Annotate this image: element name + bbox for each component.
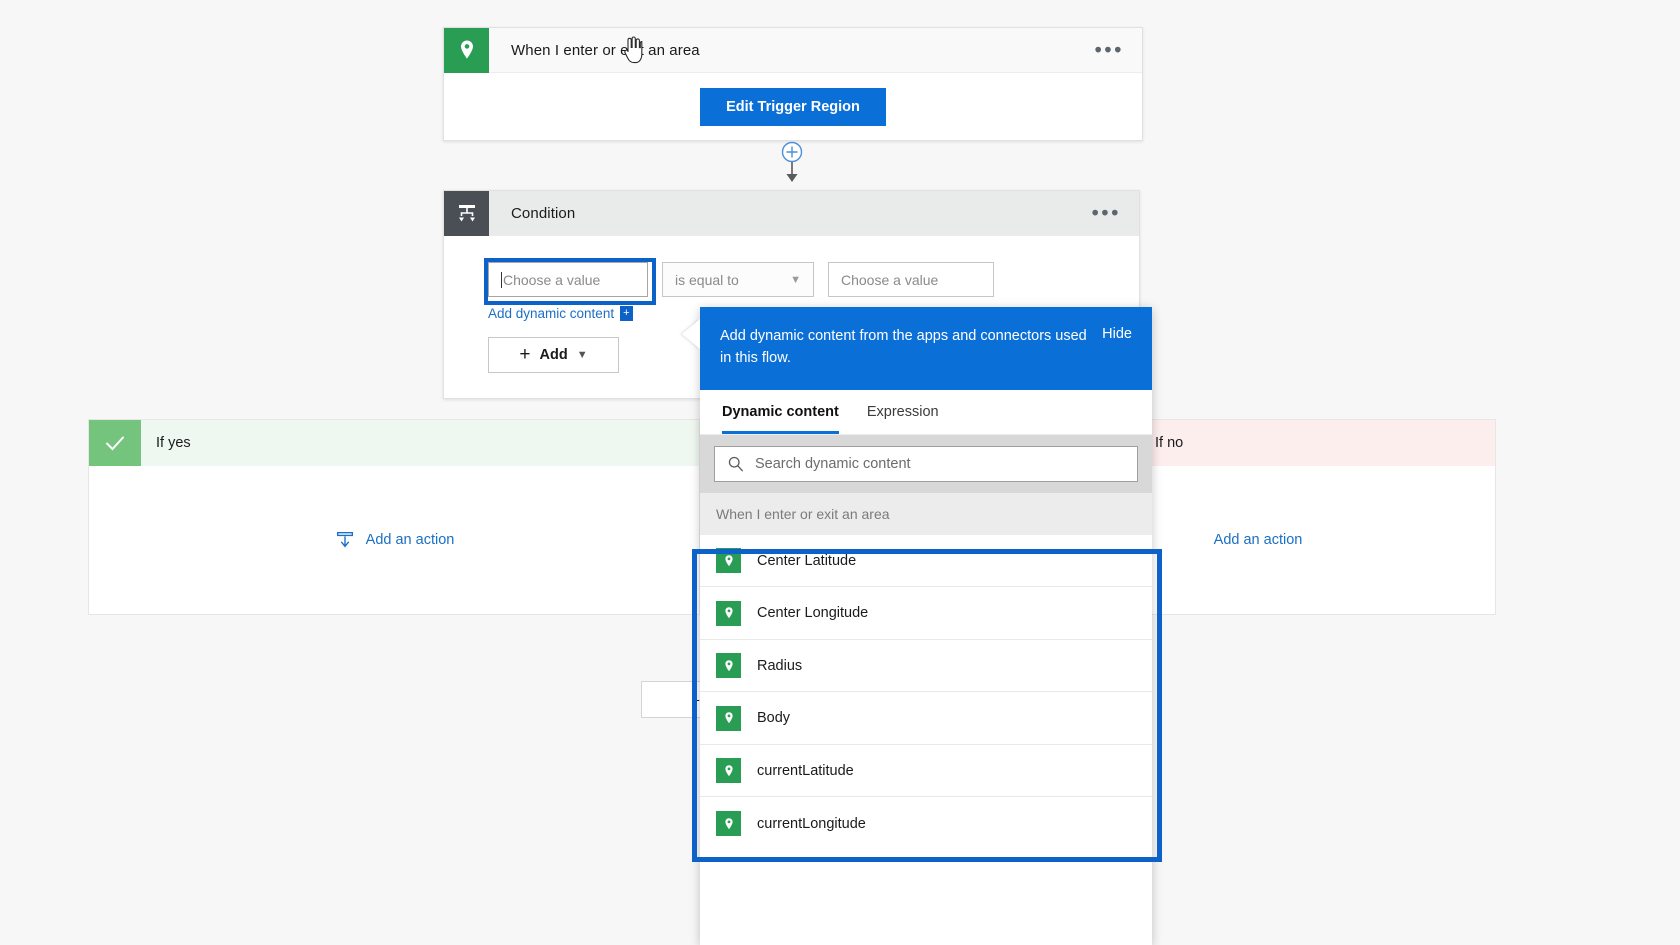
trigger-card-body: Edit Trigger Region [444,73,1142,141]
add-button-label: Add [539,347,568,363]
add-action-icon [336,531,353,548]
left-value-placeholder: Choose a value [503,271,601,288]
branch-if-no-header: If no [1141,420,1495,466]
add-action-no-label: Add an action [1213,532,1303,548]
list-item[interactable]: currentLatitude [700,745,1152,798]
list-item-label: currentLongitude [757,815,866,832]
dynamic-content-list: Center Latitude Center Longitude Radius … [700,534,1152,945]
edit-trigger-region-button[interactable]: Edit Trigger Region [700,88,886,126]
trigger-menu-button[interactable]: ••• [1094,40,1124,61]
dynamic-content-badge: + [620,306,633,321]
condition-title: Condition [511,204,576,222]
tab-dynamic-content[interactable]: Dynamic content [722,390,839,434]
operator-value: is equal to [675,271,739,288]
add-action-yes-label: Add an action [365,532,455,548]
condition-card-header: Condition ••• [444,190,1139,236]
dynamic-content-panel: Add dynamic content from the apps and co… [682,307,1152,945]
list-item[interactable]: currentLongitude [700,797,1152,850]
add-condition-button[interactable]: + Add ▼ [488,337,619,373]
text-caret [501,271,502,288]
condition-right-value-input[interactable]: Choose a value [828,262,994,297]
check-icon [89,420,141,466]
map-pin-icon [716,600,741,626]
map-pin-icon [716,653,741,679]
list-item[interactable]: Body [700,692,1152,745]
add-dynamic-content-link[interactable]: Add dynamic content + [488,306,633,321]
search-area [700,434,1152,493]
right-value-placeholder: Choose a value [841,271,939,288]
search-box[interactable] [714,445,1138,482]
add-action-no-button[interactable]: Add an action [1214,532,1303,548]
flow-connector[interactable] [772,141,812,189]
list-item-label: Radius [757,657,803,674]
chevron-down-icon: ▼ [576,349,588,361]
add-action-yes-button[interactable]: Add an action [334,529,455,551]
tab-expression[interactable]: Expression [867,390,939,434]
hide-panel-link[interactable]: Hide [1102,325,1132,342]
chevron-down-icon: ▼ [790,273,801,286]
search-icon [728,457,743,472]
trigger-title: When I enter or exit an area [511,41,700,59]
add-dynamic-content-label: Add dynamic content [488,306,615,321]
dynamic-content-section-header: When I enter or exit an area [700,492,1152,535]
condition-menu-button[interactable]: ••• [1091,203,1121,224]
map-pin-icon [716,758,741,784]
flow-designer-canvas: When I enter or exit an area ••• Edit Tr… [0,0,1680,945]
map-pin-icon [716,811,741,837]
list-item-label: Body [757,710,791,727]
branch-if-yes-body: Add an action [89,466,699,614]
condition-operator-select[interactable]: is equal to ▼ [662,262,814,297]
branch-if-yes-label: If yes [156,435,191,451]
trigger-card-header: When I enter or exit an area ••• [444,27,1142,73]
panel-banner-text: Add dynamic content from the apps and co… [720,328,1087,367]
branch-if-no: If no Add an action [1140,419,1496,615]
list-item[interactable]: Center Latitude [700,535,1152,588]
panel-tabs: Dynamic content Expression [700,389,1152,435]
branch-if-no-label: If no [1155,435,1184,451]
mouse-cursor [622,36,644,66]
list-item-label: Center Longitude [757,605,869,622]
map-pin-icon [444,27,489,73]
list-item[interactable]: Radius [700,640,1152,693]
list-item[interactable]: Center Longitude [700,587,1152,640]
condition-row: Choose a value is equal to ▼ Choose a va… [488,262,1139,297]
trigger-card: When I enter or exit an area ••• Edit Tr… [443,27,1143,141]
map-pin-icon [716,548,741,574]
panel-banner: Add dynamic content from the apps and co… [700,307,1152,390]
branch-if-yes: If yes Add an action [88,419,700,615]
list-item-label: currentLatitude [757,762,854,779]
plus-icon: + [519,344,531,365]
branch-if-yes-header: If yes [89,420,699,466]
condition-left-value-input[interactable]: Choose a value [488,262,648,297]
panel-pointer-arrow [682,319,700,349]
search-input[interactable] [755,455,1125,472]
map-pin-icon [716,705,741,731]
list-item-label: Center Latitude [757,552,857,569]
branch-if-no-body: Add an action [1141,466,1495,614]
condition-branch-icon [444,190,489,236]
